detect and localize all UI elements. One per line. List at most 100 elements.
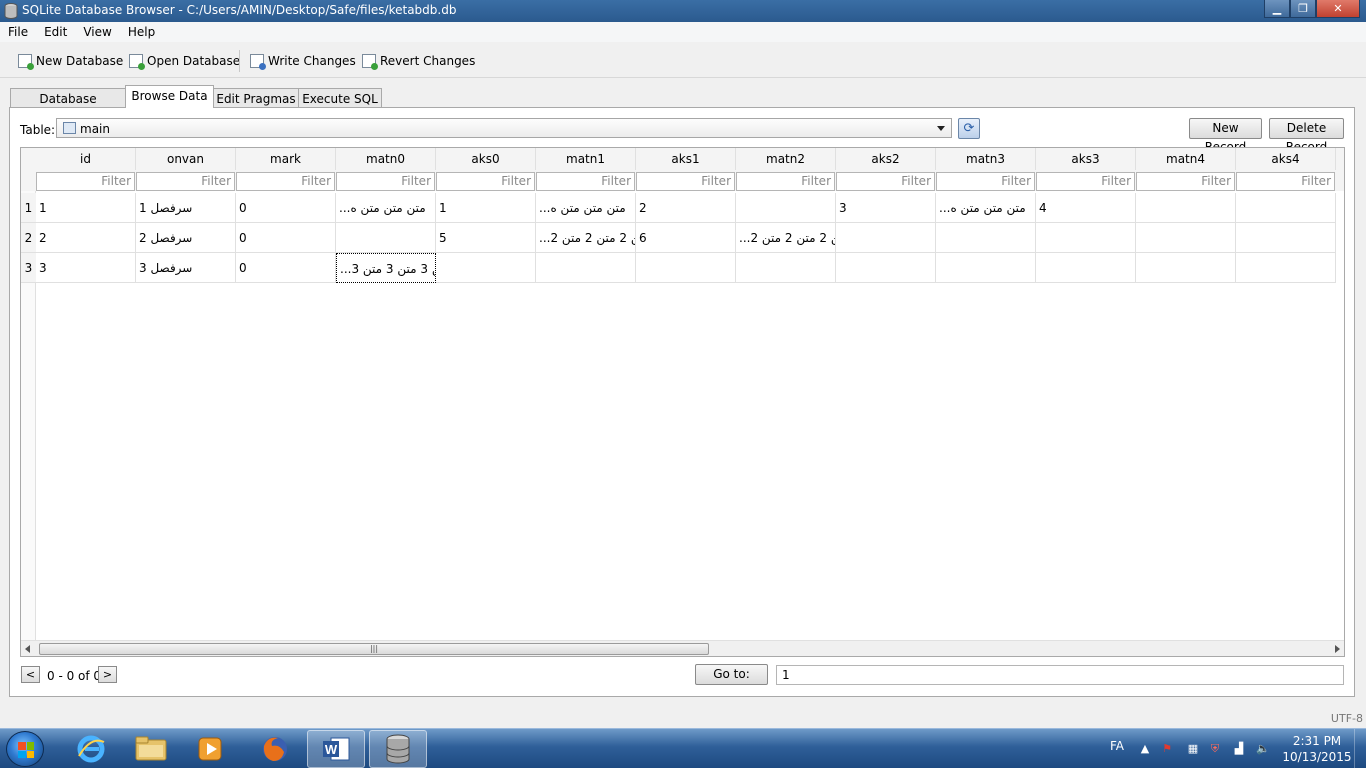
table-cell[interactable] [1236,223,1336,253]
maximize-button[interactable]: ❐ [1290,0,1316,18]
column-header-aks2[interactable]: aks2 [836,148,936,170]
table-cell[interactable]: 3 [836,193,936,223]
taskbar-word[interactable]: W [307,730,365,768]
filter-input-mark[interactable]: Filter [236,172,335,191]
table-cell[interactable] [836,223,936,253]
table-cell[interactable]: 1 [36,193,136,223]
table-cell[interactable]: 0 [236,253,336,283]
filter-input-matn0[interactable]: Filter [336,172,435,191]
clock[interactable]: 2:31 PM 10/13/2015 [1282,733,1352,765]
table-cell[interactable] [336,223,436,253]
tab-browse-data[interactable]: Browse Data [125,85,214,108]
table-cell[interactable]: ...متن 3 متن 3 متن 3 [336,253,436,283]
row-number[interactable]: 2 [21,223,36,253]
column-header-id[interactable]: id [36,148,136,170]
table-cell[interactable]: 6 [636,223,736,253]
column-header-matn4[interactable]: matn4 [1136,148,1236,170]
table-cell[interactable] [1236,193,1336,223]
volume-icon[interactable]: 🔈 [1256,742,1270,756]
column-header-onvan[interactable]: onvan [136,148,236,170]
filter-input-aks4[interactable]: Filter [1236,172,1335,191]
filter-input-matn1[interactable]: Filter [536,172,635,191]
delete-record-button[interactable]: Delete Record [1269,118,1344,154]
column-header-aks4[interactable]: aks4 [1236,148,1336,170]
column-header-matn3[interactable]: matn3 [936,148,1036,170]
revert-changes-button[interactable]: Revert Changes [362,51,475,71]
table-cell[interactable] [1036,223,1136,253]
table-cell[interactable] [1136,253,1236,283]
filter-input-aks2[interactable]: Filter [836,172,935,191]
close-button[interactable]: ✕ [1316,0,1360,18]
column-header-aks0[interactable]: aks0 [436,148,536,170]
table-cell[interactable] [936,223,1036,253]
table-cell[interactable] [1236,253,1336,283]
column-header-matn0[interactable]: matn0 [336,148,436,170]
language-indicator[interactable]: FA [1110,739,1124,753]
filter-input-aks3[interactable]: Filter [1036,172,1135,191]
table-cell[interactable]: سرفصل 3 [136,253,236,283]
filter-input-onvan[interactable]: Filter [136,172,235,191]
table-cell[interactable]: ...متن متن متن ه [536,193,636,223]
column-header-aks1[interactable]: aks1 [636,148,736,170]
open-database-button[interactable]: Open Database [129,51,240,71]
table-cell[interactable] [736,253,836,283]
tab-database-structure[interactable]: Database Structure [10,88,126,120]
taskbar-sqlite-browser[interactable] [369,730,427,768]
table-cell[interactable] [836,253,936,283]
table-cell[interactable]: 1 [436,193,536,223]
scroll-left-icon[interactable] [25,645,30,653]
show-desktop-button[interactable] [1354,729,1366,768]
network-signal-icon[interactable]: ▟ [1232,742,1246,756]
scroll-right-icon[interactable] [1335,645,1340,653]
table-cell[interactable] [936,253,1036,283]
table-cell[interactable] [636,253,736,283]
taskbar-media-player[interactable] [182,730,240,768]
table-cell[interactable]: 2 [636,193,736,223]
table-cell[interactable] [1136,223,1236,253]
table-cell[interactable] [736,193,836,223]
table-cell[interactable]: سرفصل 2 [136,223,236,253]
action-center-flag-icon[interactable]: ⚑ [1160,742,1174,756]
table-cell[interactable] [536,253,636,283]
refresh-button[interactable]: ⟳ [958,118,980,139]
filter-input-id[interactable]: Filter [36,172,135,191]
table-cell[interactable] [436,253,536,283]
column-header-aks3[interactable]: aks3 [1036,148,1136,170]
table-cell[interactable]: 2 [36,223,136,253]
taskbar-firefox[interactable] [246,730,304,768]
next-page-button[interactable]: > [98,666,117,683]
new-database-button[interactable]: New Database [18,51,123,71]
taskbar-internet-explorer[interactable] [62,730,120,768]
goto-input[interactable]: 1 [776,665,1344,685]
table-cell[interactable]: سرفصل 1 [136,193,236,223]
row-number[interactable]: 3 [21,253,36,283]
table-cell[interactable]: 0 [236,223,336,253]
taskbar-file-explorer[interactable] [122,730,180,768]
scrollbar-thumb[interactable]: ||| [39,643,709,655]
menu-edit[interactable]: Edit [36,22,75,42]
horizontal-scrollbar[interactable]: ||| [21,640,1344,656]
filter-input-matn3[interactable]: Filter [936,172,1035,191]
minimize-button[interactable]: ▁ [1264,0,1290,18]
filter-input-aks1[interactable]: Filter [636,172,735,191]
start-button[interactable] [6,731,44,767]
table-cell[interactable]: ...متن متن متن ه [936,193,1036,223]
write-changes-button[interactable]: Write Changes [250,51,356,71]
tab-edit-pragmas[interactable]: Edit Pragmas [213,88,299,108]
table-cell[interactable]: 4 [1036,193,1136,223]
tab-execute-sql[interactable]: Execute SQL [298,88,382,108]
table-cell[interactable]: ...متن 2 متن 2 متن 2 [736,223,836,253]
windows-update-icon[interactable]: ▦ [1186,742,1200,756]
table-cell[interactable] [1136,193,1236,223]
new-record-button[interactable]: New Record [1189,118,1262,154]
filter-input-matn4[interactable]: Filter [1136,172,1235,191]
menu-help[interactable]: Help [120,22,163,42]
filter-input-aks0[interactable]: Filter [436,172,535,191]
table-cell[interactable]: 5 [436,223,536,253]
show-hidden-icons-icon[interactable]: ▲ [1138,742,1152,756]
table-select[interactable]: main [56,118,952,138]
menu-view[interactable]: View [75,22,119,42]
goto-button[interactable]: Go to: [695,664,768,685]
table-cell[interactable]: ...متن 2 متن 2 متن 2 [536,223,636,253]
column-header-matn2[interactable]: matn2 [736,148,836,170]
